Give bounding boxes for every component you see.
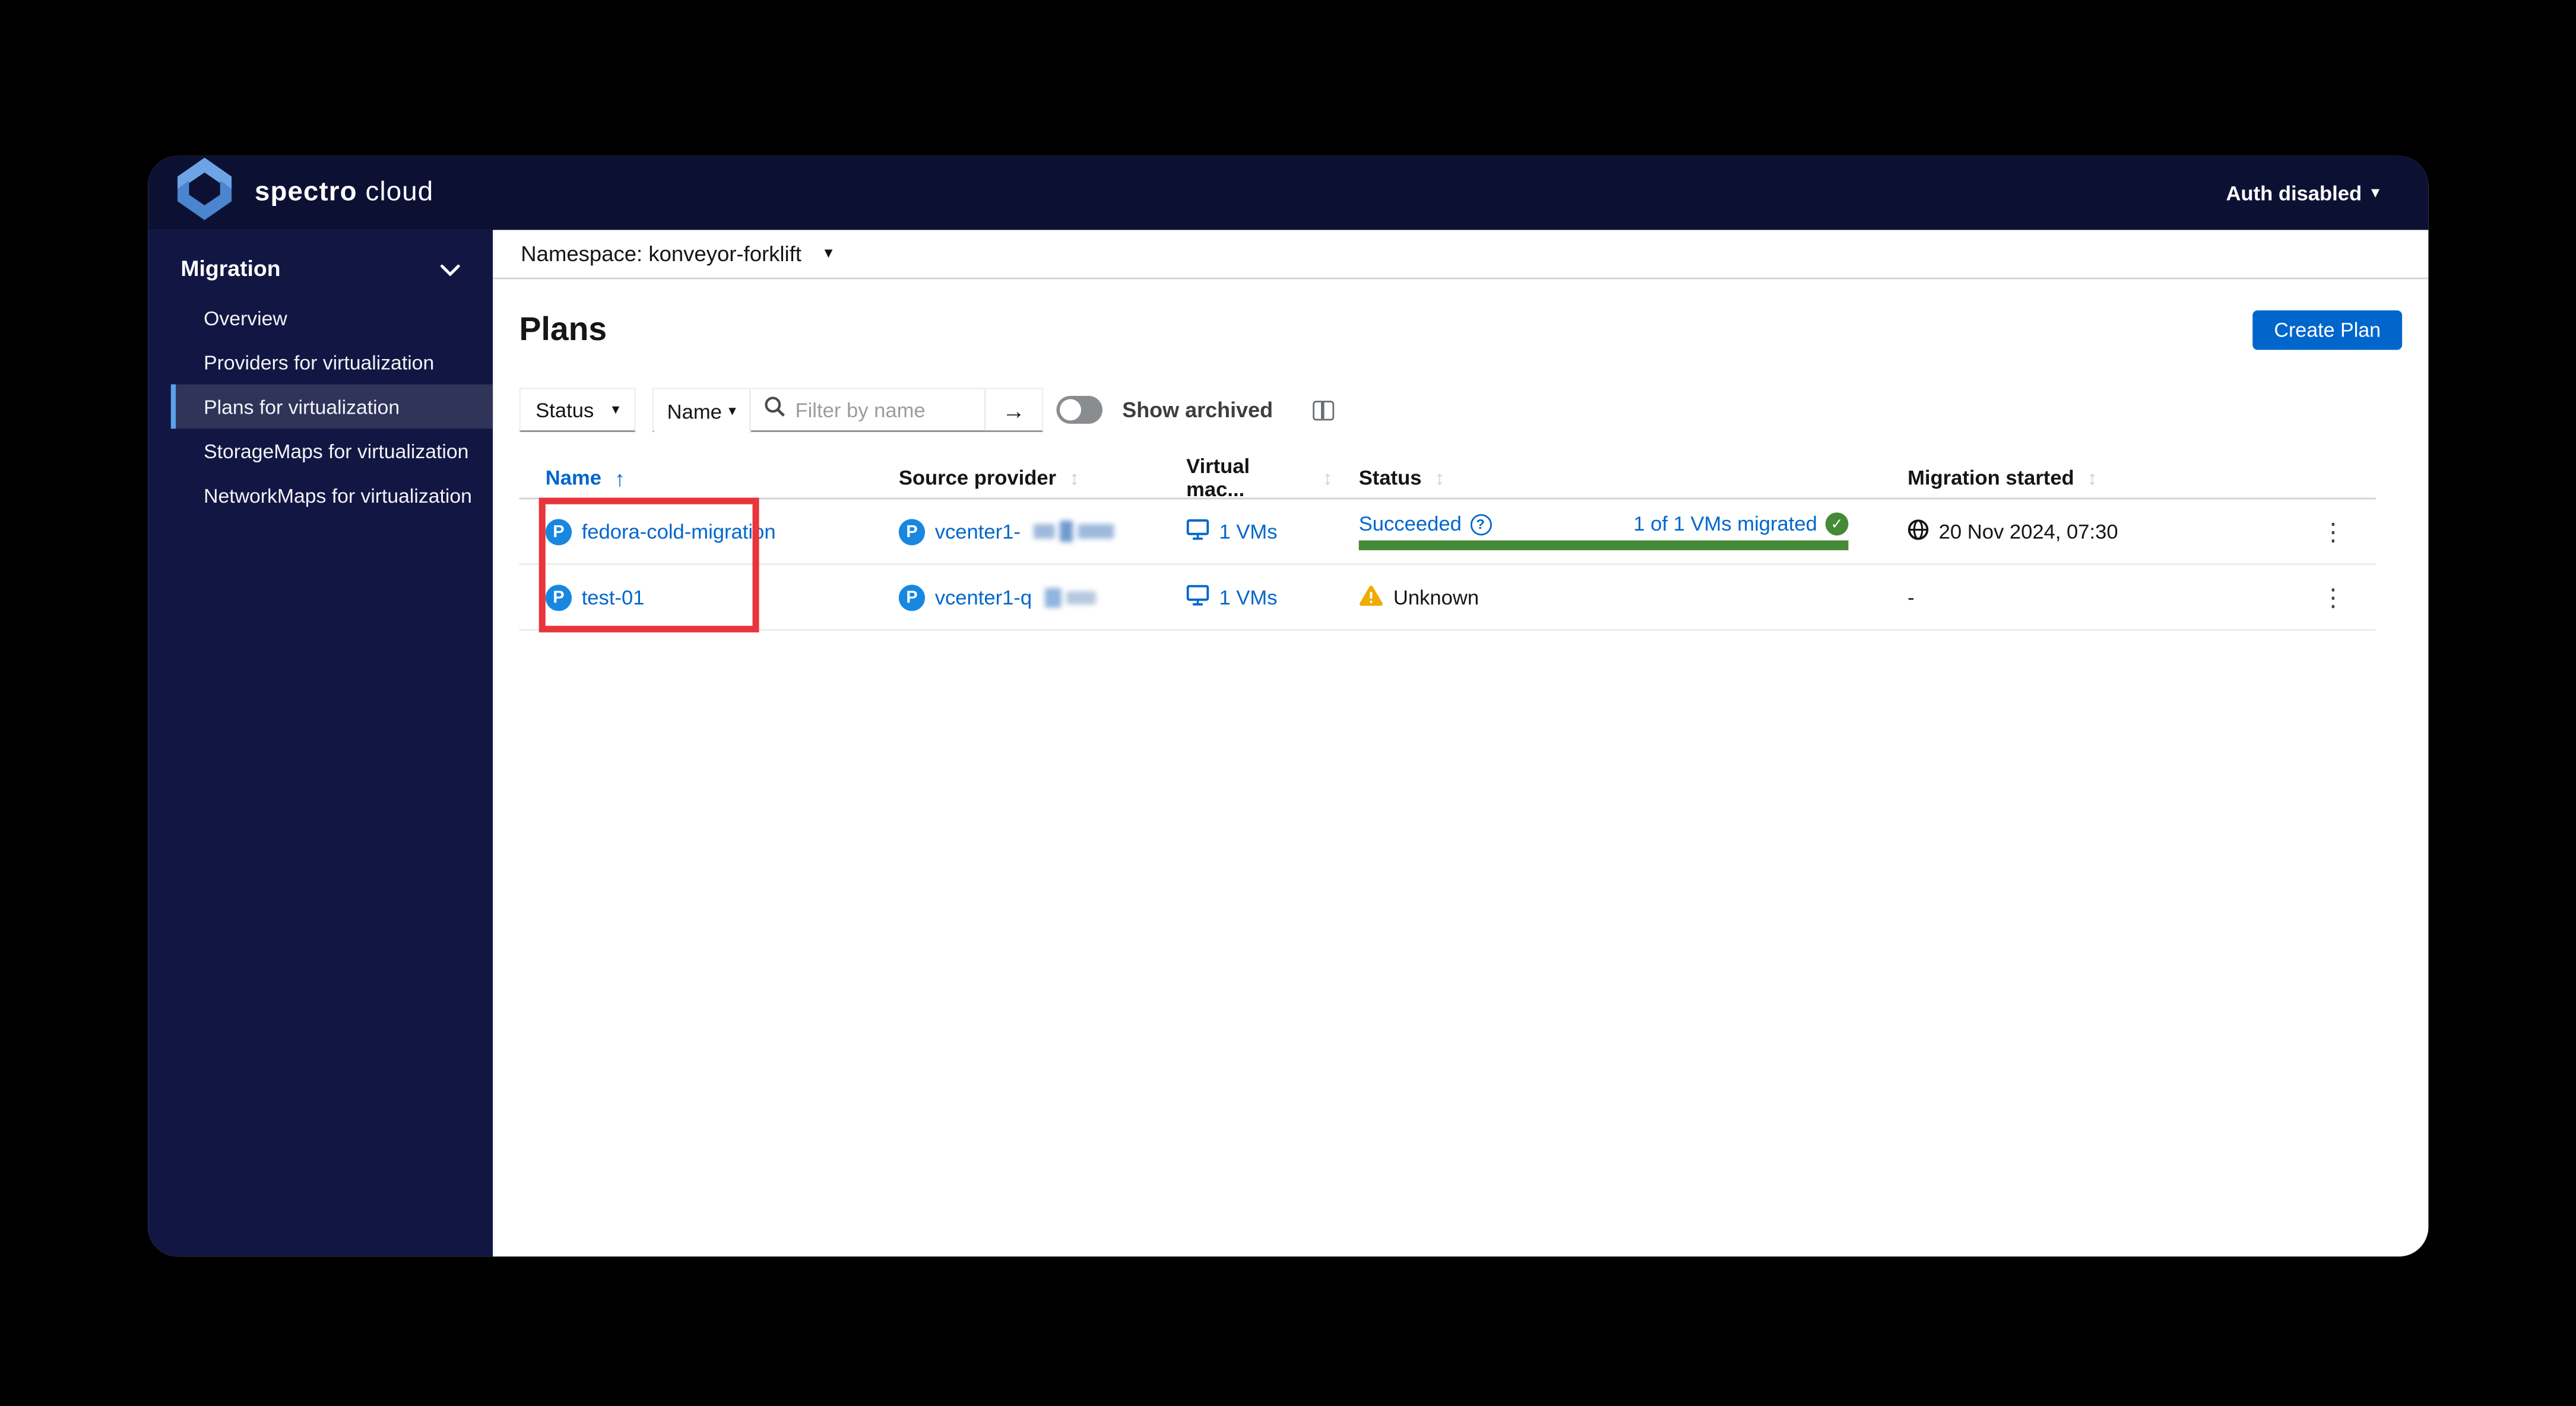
sort-ascending-icon: ↑ [614,465,626,491]
actions-cell: ⋮ [2290,582,2376,612]
sidebar-group-migration[interactable]: Migration [148,240,493,296]
table-header-row: Name ↑ Source provider ↕ Virtual mac... … [519,455,2376,501]
status-value: Unknown [1393,585,1479,609]
chevron-down-icon [440,255,460,280]
globe-icon [1908,518,1929,544]
screenshot-canvas: spectro cloud Auth disabled ▾ Migration O… [0,0,2576,1406]
plans-table: Name ↑ Source provider ↕ Virtual mac... … [519,455,2376,631]
sidebar-item-providers[interactable]: Providers for virtualization [171,340,493,385]
table-row: P fedora-cold-migration P vcenter1- 1 VM… [519,499,2376,566]
search-submit-button[interactable]: → [984,389,1042,431]
show-archived-toggle[interactable] [1056,395,1102,424]
chevron-down-icon: ▾ [728,402,736,419]
filters-toolbar: Status ▾ Name ▾ Filter by name → Show ar… [519,388,2403,434]
plan-name-cell: P test-01 [519,583,873,611]
name-filter-group: Name ▾ → [652,388,1044,434]
sidebar-item-networkmaps[interactable]: NetworkMaps for virtualization [171,473,493,518]
namespace-selector-label: Namespace: konveyor-forklift [521,241,801,266]
page-header: Plans Create Plan [519,306,2403,355]
sort-icon: ↕ [1434,466,1445,490]
migrated-count-link[interactable]: 1 of 1 VMs migrated [1633,512,1817,535]
migration-started-value: - [1908,585,1915,609]
source-provider-cell: P vcenter1-q [873,583,1160,611]
row-actions-kebab[interactable]: ⋮ [2314,516,2352,546]
sidebar-item-plans[interactable]: Plans for virtualization [170,384,493,429]
virtual-machines-cell: 1 VMs [1160,584,1333,610]
chevron-down-icon: ▾ [611,401,620,417]
redacted-text [1045,587,1097,607]
table-row: P test-01 P vcenter1-q 1 VMs Unknown - ⋮ [519,565,2376,631]
spectro-cloud-logo-icon [177,157,232,228]
provider-badge-icon: P [898,583,926,611]
namespace-bar: Namespace: konveyor-forklift ▾ [493,230,2429,280]
row-actions-kebab[interactable]: ⋮ [2314,582,2352,612]
sort-icon: ↕ [1069,466,1079,490]
sidebar-item-overview[interactable]: Overview [171,296,493,340]
vms-count-link[interactable]: 1 VMs [1219,520,1277,543]
app-window: spectro cloud Auth disabled ▾ Migration O… [148,155,2429,1257]
sidebar-item-storagemaps[interactable]: StorageMaps for virtualization [171,429,493,473]
monitor-icon [1186,518,1209,544]
status-cell: Unknown [1332,584,1881,610]
chevron-down-icon: ▾ [2371,183,2379,201]
source-provider-cell: P vcenter1- [873,518,1160,545]
migration-started-cell: - [1881,586,2290,609]
sidebar-nav-items: Overview Providers for virtualization Pl… [170,296,493,518]
name-filter-select[interactable]: Name ▾ [654,389,751,434]
show-archived-label: Show archived [1122,397,1273,423]
top-header: spectro cloud Auth disabled ▾ [148,155,2429,230]
sort-icon: ↕ [1322,466,1333,490]
plan-badge-icon: P [545,518,572,545]
search-icon [764,395,785,425]
help-icon[interactable]: ? [1469,513,1491,535]
brand: spectro cloud [177,157,434,228]
monitor-icon [1186,584,1209,610]
sidebar: Migration Overview Providers for virtual… [148,230,493,1257]
migration-progress-bar [1358,540,1849,551]
vms-count-link[interactable]: 1 VMs [1219,586,1277,609]
auth-menu[interactable]: Auth disabled ▾ [2226,182,2379,205]
migration-started-cell: 20 Nov 2024, 07:30 [1881,518,2290,544]
source-provider-link[interactable]: vcenter1- [935,520,1021,543]
main-content: Namespace: konveyor-forklift ▾ Plans Cre… [493,230,2429,1257]
migration-started-value: 20 Nov 2024, 07:30 [1938,519,2118,543]
filter-by-name-input[interactable] [795,398,971,421]
warning-icon [1359,584,1384,610]
status-filter-select[interactable]: Status ▾ [519,388,636,432]
plan-name-link[interactable]: test-01 [582,586,645,609]
toggle-knob [1060,399,1082,421]
status-cell: Succeeded ? 1 of 1 VMs migrated ✓ [1332,512,1881,551]
column-header-name[interactable]: Name ↑ [519,466,873,491]
sidebar-group-label: Migration [180,255,281,280]
sort-icon: ↕ [2087,466,2097,490]
plan-name-cell: P fedora-cold-migration [519,518,873,545]
plan-name-link[interactable]: fedora-cold-migration [582,520,776,543]
actions-cell: ⋮ [2290,516,2376,546]
check-circle-icon: ✓ [1825,512,1849,536]
column-header-migration-started[interactable]: Migration started ↕ [1881,466,2290,490]
auth-menu-label: Auth disabled [2226,181,2362,205]
column-header-source-provider[interactable]: Source provider ↕ [873,466,1160,490]
provider-badge-icon: P [898,518,926,545]
column-header-virtual-machines[interactable]: Virtual mac... ↕ [1160,455,1333,501]
search-box [751,389,984,430]
arrow-right-icon: → [1002,396,1025,423]
manage-columns-icon[interactable] [1312,399,1334,420]
column-header-status[interactable]: Status ↕ [1332,466,1881,490]
virtual-machines-cell: 1 VMs [1160,518,1333,544]
create-plan-button[interactable]: Create Plan [2252,310,2403,350]
source-provider-link[interactable]: vcenter1-q [935,586,1032,609]
status-link[interactable]: Succeeded [1359,512,1462,535]
page-title: Plans [519,311,607,348]
brand-name: spectro cloud [254,177,434,207]
namespace-caret-icon[interactable]: ▾ [825,245,833,262]
redacted-text [1034,520,1114,542]
plan-badge-icon: P [545,583,572,611]
